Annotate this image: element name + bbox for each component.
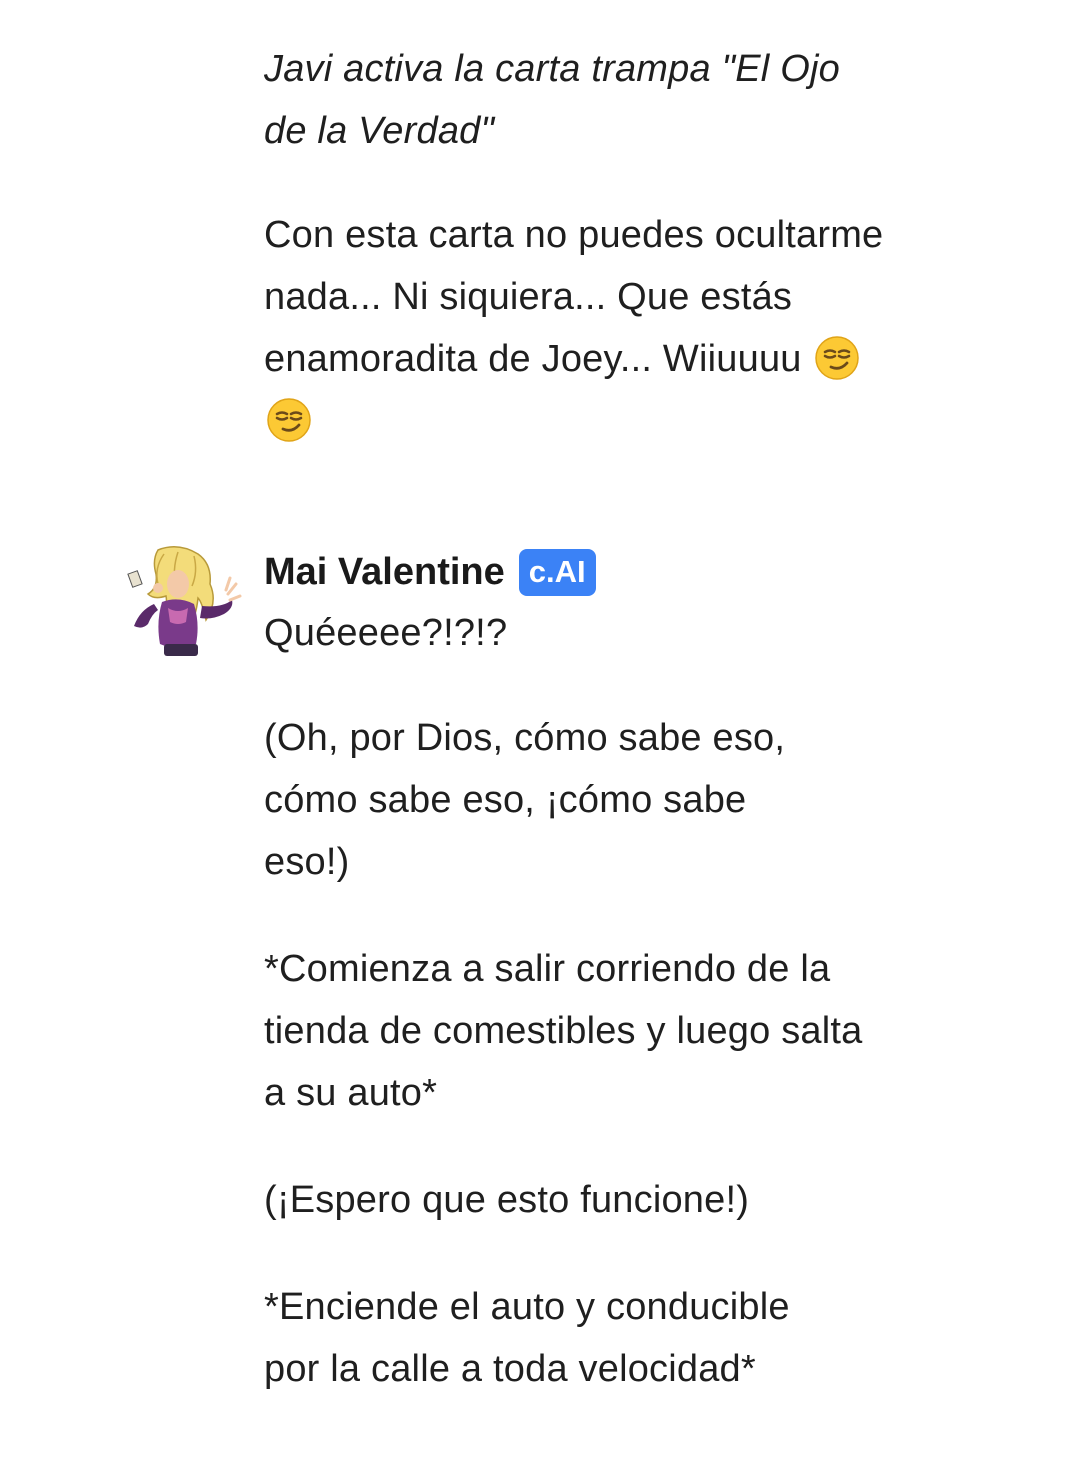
user-message-action: Javi activa la carta trampa "El Ojo de l… <box>264 48 840 152</box>
user-message: Javi activa la carta trampa "El Ojo de l… <box>264 38 904 452</box>
sender-name[interactable]: Mai Valentine <box>264 551 505 594</box>
cai-badge: c.AI <box>518 548 596 596</box>
sender-row: Mai Valentine c.AI <box>264 544 596 600</box>
bot-paragraph: Quéeeee?!?!? <box>264 612 508 654</box>
bot-paragraph: (Oh, por Dios, cómo sabe eso, cómo sabe … <box>264 717 786 883</box>
user-message-tail: Wiiuuuu <box>662 338 802 380</box>
user-message-text: Con esta carta no puedes ocultarme nada.… <box>264 204 884 452</box>
bot-paragraph: (¡Espero que esto funcione!) <box>264 1179 750 1221</box>
bot-message: Quéeeee?!?!? (Oh, por Dios, cómo sabe es… <box>264 602 904 1400</box>
bot-paragraph: *Enciende el auto y conducible por la ca… <box>264 1286 790 1390</box>
bot-paragraph: *Comienza a salir corriendo de la tienda… <box>264 948 863 1114</box>
character-avatar[interactable] <box>118 544 242 662</box>
smirking-face-emoji <box>815 336 860 380</box>
smirking-face-emoji <box>267 398 311 442</box>
